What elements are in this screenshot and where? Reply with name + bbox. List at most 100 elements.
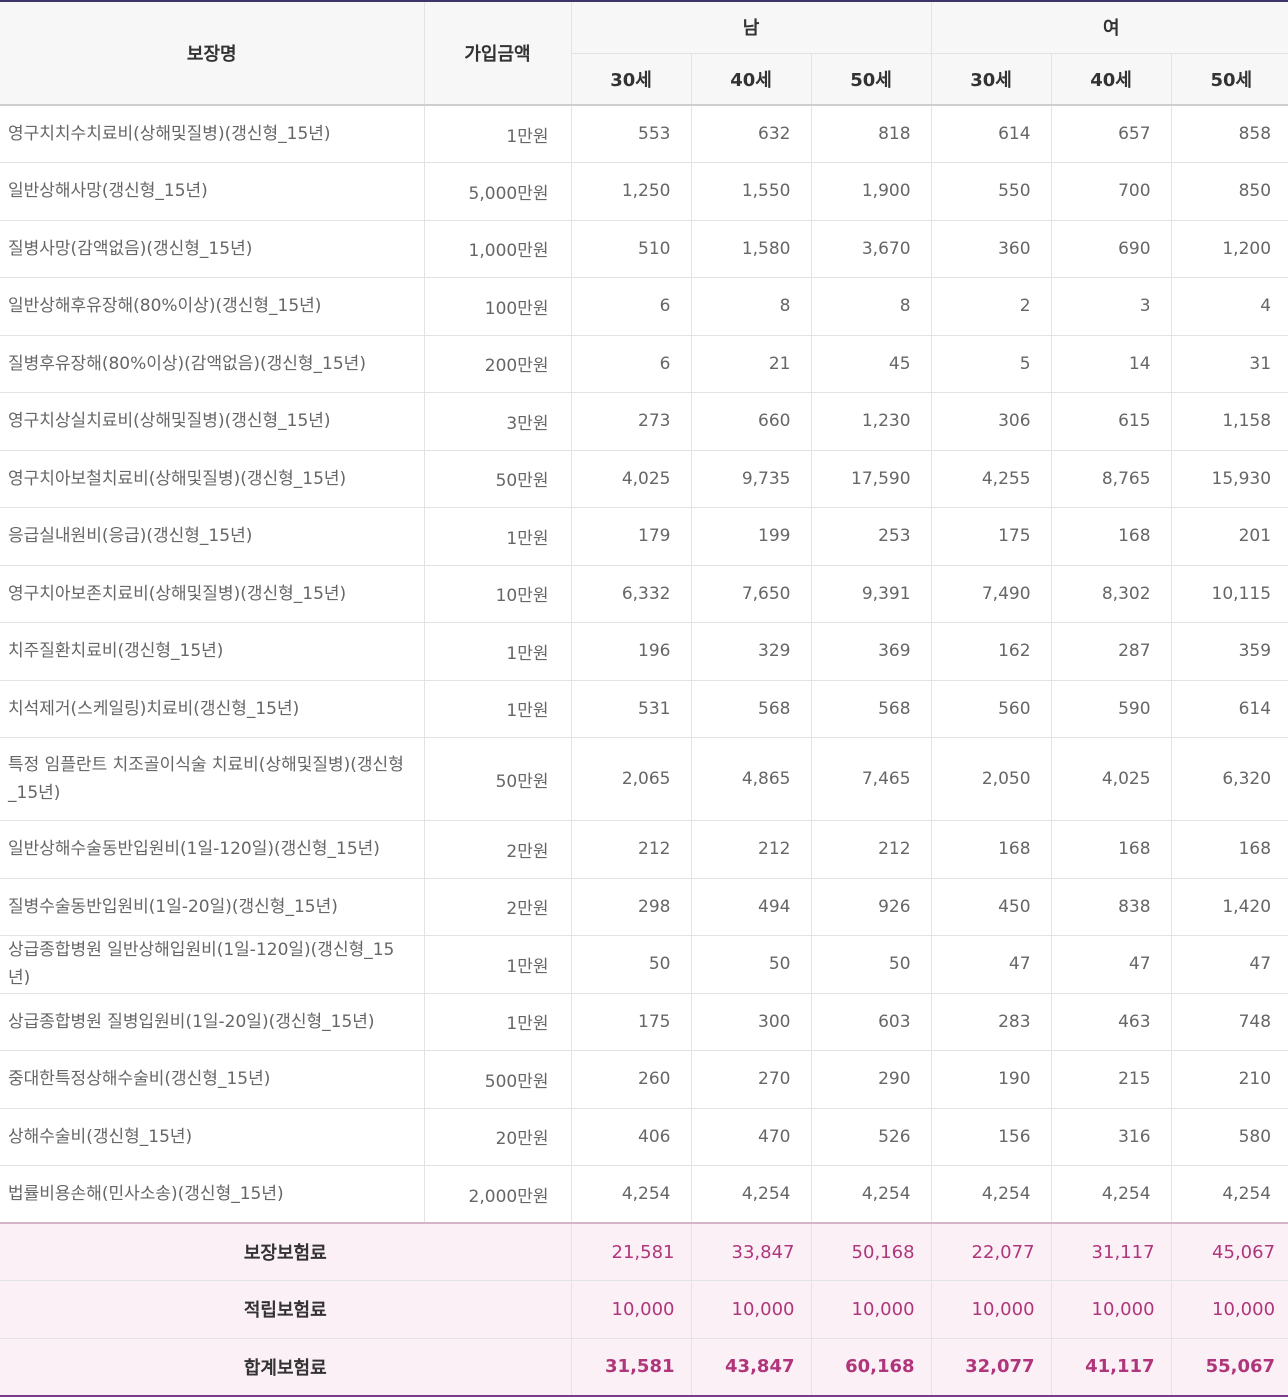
premium-cell: 287	[1051, 622, 1172, 681]
premium-cell: 748	[1171, 993, 1288, 1051]
coverage-amount: 1만원	[424, 105, 572, 163]
premium-cell: 21	[691, 335, 812, 393]
table-body: 영구치치수치료비(상해및질병)(갱신형_15년) 1만원 553 632 818 614 6…	[0, 105, 1288, 1224]
premium-cell: 838	[1051, 878, 1172, 936]
coverage-amount: 2,000만원	[424, 1165, 572, 1224]
premium-cell: 50	[691, 935, 812, 994]
premium-cell: 568	[811, 680, 932, 738]
premium-cell: 15,930	[1171, 450, 1288, 508]
premium-cell: 212	[571, 820, 692, 879]
savings-premium-row: 적립보험료 10,000 10,000 10,000 10,000 10,000 10,00…	[0, 1280, 1288, 1339]
premium-cell: 510	[571, 220, 692, 278]
header-age: 50세	[1171, 53, 1288, 106]
premium-cell: 6	[571, 277, 692, 336]
premium-cell: 1,550	[691, 162, 812, 221]
premium-cell: 168	[931, 820, 1052, 879]
premium-cell: 1,158	[1171, 392, 1288, 451]
premium-cell: 531	[571, 680, 692, 738]
table-row: 상급종합병원 질병입원비(1일-20일)(갱신형_15년) 1만원 175 300 60…	[0, 993, 1288, 1051]
table-row: 영구치아보철치료비(상해및질병)(갱신형_15년) 50만원 4,025 9,735 1…	[0, 450, 1288, 508]
premium-cell: 175	[571, 993, 692, 1051]
premium-cell: 1,230	[811, 392, 932, 451]
premium-cell: 8	[811, 277, 932, 336]
coverage-amount: 1만원	[424, 622, 572, 681]
table-row: 영구치아보존치료비(상해및질병)(갱신형_15년) 10만원 6,332 7,650 9…	[0, 565, 1288, 623]
premium-cell: 614	[931, 105, 1052, 163]
premium-cell: 6	[571, 335, 692, 393]
coverage-amount: 5,000만원	[424, 162, 572, 221]
premium-cell: 273	[571, 392, 692, 451]
premium-cell: 3	[1051, 277, 1172, 336]
coverage-name: 중대한특정상해수술비(갱신형_15년)	[0, 1050, 425, 1109]
header-amount: 가입금액	[424, 0, 572, 106]
table-row: 법률비용손해(민사소송)(갱신형_15년) 2,000만원 4,254 4,254 4,…	[0, 1165, 1288, 1224]
coverage-name: 치석제거(스케일링)치료비(갱신형_15년)	[0, 680, 425, 738]
premium-cell: 580	[1171, 1108, 1288, 1166]
premium-cell: 290	[811, 1050, 932, 1109]
coverage-amount: 20만원	[424, 1108, 572, 1166]
premium-cell: 463	[1051, 993, 1172, 1051]
premium-cell: 690	[1051, 220, 1172, 278]
premium-cell: 7,465	[811, 737, 932, 821]
coverage-amount: 500만원	[424, 1050, 572, 1109]
premium-cell: 50	[571, 935, 692, 994]
table-totals: 보장보험료 21,581 33,847 50,168 22,077 31,117 45,06…	[0, 1222, 1288, 1397]
premium-cell: 850	[1171, 162, 1288, 221]
premium-cell: 298	[571, 878, 692, 936]
premium-cell: 210	[1171, 1050, 1288, 1109]
premium-cell: 47	[931, 935, 1052, 994]
totals-cell: 10,000	[1171, 1280, 1288, 1339]
premium-cell: 283	[931, 993, 1052, 1051]
premium-cell: 4,865	[691, 737, 812, 821]
premium-cell: 406	[571, 1108, 692, 1166]
premium-cell: 550	[931, 162, 1052, 221]
coverage-name: 일반상해후유장해(80%이상)(갱신형_15년)	[0, 277, 425, 336]
premium-cell: 45	[811, 335, 932, 393]
premium-cell: 660	[691, 392, 812, 451]
premium-cell: 4,254	[931, 1165, 1052, 1224]
coverage-amount: 1만원	[424, 993, 572, 1051]
premium-cell: 858	[1171, 105, 1288, 163]
coverage-amount: 1만원	[424, 935, 572, 994]
table-row: 특정 임플란트 치조골이식술 치료비(상해및질병)(갱신형_15년) 50만원 2,…	[0, 737, 1288, 821]
premium-cell: 300	[691, 993, 812, 1051]
premium-cell: 7,650	[691, 565, 812, 623]
premium-cell: 553	[571, 105, 692, 163]
premium-cell: 306	[931, 392, 1052, 451]
premium-cell: 4,254	[1051, 1165, 1172, 1224]
premium-cell: 14	[1051, 335, 1172, 393]
premium-cell: 270	[691, 1050, 812, 1109]
header-group-male: 남	[571, 0, 932, 54]
premium-cell: 2	[931, 277, 1052, 336]
totals-label: 보장보험료	[0, 1222, 572, 1281]
premium-cell: 7,490	[931, 565, 1052, 623]
premium-cell: 526	[811, 1108, 932, 1166]
table-row: 영구치상실치료비(상해및질병)(갱신형_15년) 3만원 273 660 1,230 30…	[0, 392, 1288, 451]
premium-cell: 212	[811, 820, 932, 879]
table-row: 영구치치수치료비(상해및질병)(갱신형_15년) 1만원 553 632 818 614 6…	[0, 105, 1288, 163]
premium-cell: 8	[691, 277, 812, 336]
total-premium-row: 합계보험료 31,581 43,847 60,168 32,077 41,117 55,06…	[0, 1338, 1288, 1397]
table-row: 치주질환치료비(갱신형_15년) 1만원 196 329 369 162 287 359	[0, 622, 1288, 681]
coverage-name: 영구치아보철치료비(상해및질병)(갱신형_15년)	[0, 450, 425, 508]
premium-table: 보장명 가입금액 남 여 30세 40세 50세 30세 40세 50세 영구치…	[0, 0, 1288, 1397]
premium-cell: 818	[811, 105, 932, 163]
coverage-amount: 1,000만원	[424, 220, 572, 278]
coverage-premium-row: 보장보험료 21,581 33,847 50,168 22,077 31,117 45,06…	[0, 1222, 1288, 1281]
table-row: 질병후유장해(80%이상)(감액없음)(갱신형_15년) 200만원 6 21 45 5 1…	[0, 335, 1288, 393]
premium-cell: 4,254	[691, 1165, 812, 1224]
premium-cell: 1,420	[1171, 878, 1288, 936]
coverage-amount: 1만원	[424, 507, 572, 566]
premium-cell: 5	[931, 335, 1052, 393]
premium-cell: 4,025	[571, 450, 692, 508]
premium-cell: 212	[691, 820, 812, 879]
table-row: 응급실내원비(응급)(갱신형_15년) 1만원 179 199 253 175 168 201	[0, 507, 1288, 566]
coverage-name: 법률비용손해(민사소송)(갱신형_15년)	[0, 1165, 425, 1224]
premium-cell: 4,025	[1051, 737, 1172, 821]
coverage-amount: 50만원	[424, 737, 572, 821]
premium-cell: 470	[691, 1108, 812, 1166]
premium-cell: 9,391	[811, 565, 932, 623]
premium-cell: 1,900	[811, 162, 932, 221]
premium-cell: 590	[1051, 680, 1172, 738]
premium-cell: 494	[691, 878, 812, 936]
